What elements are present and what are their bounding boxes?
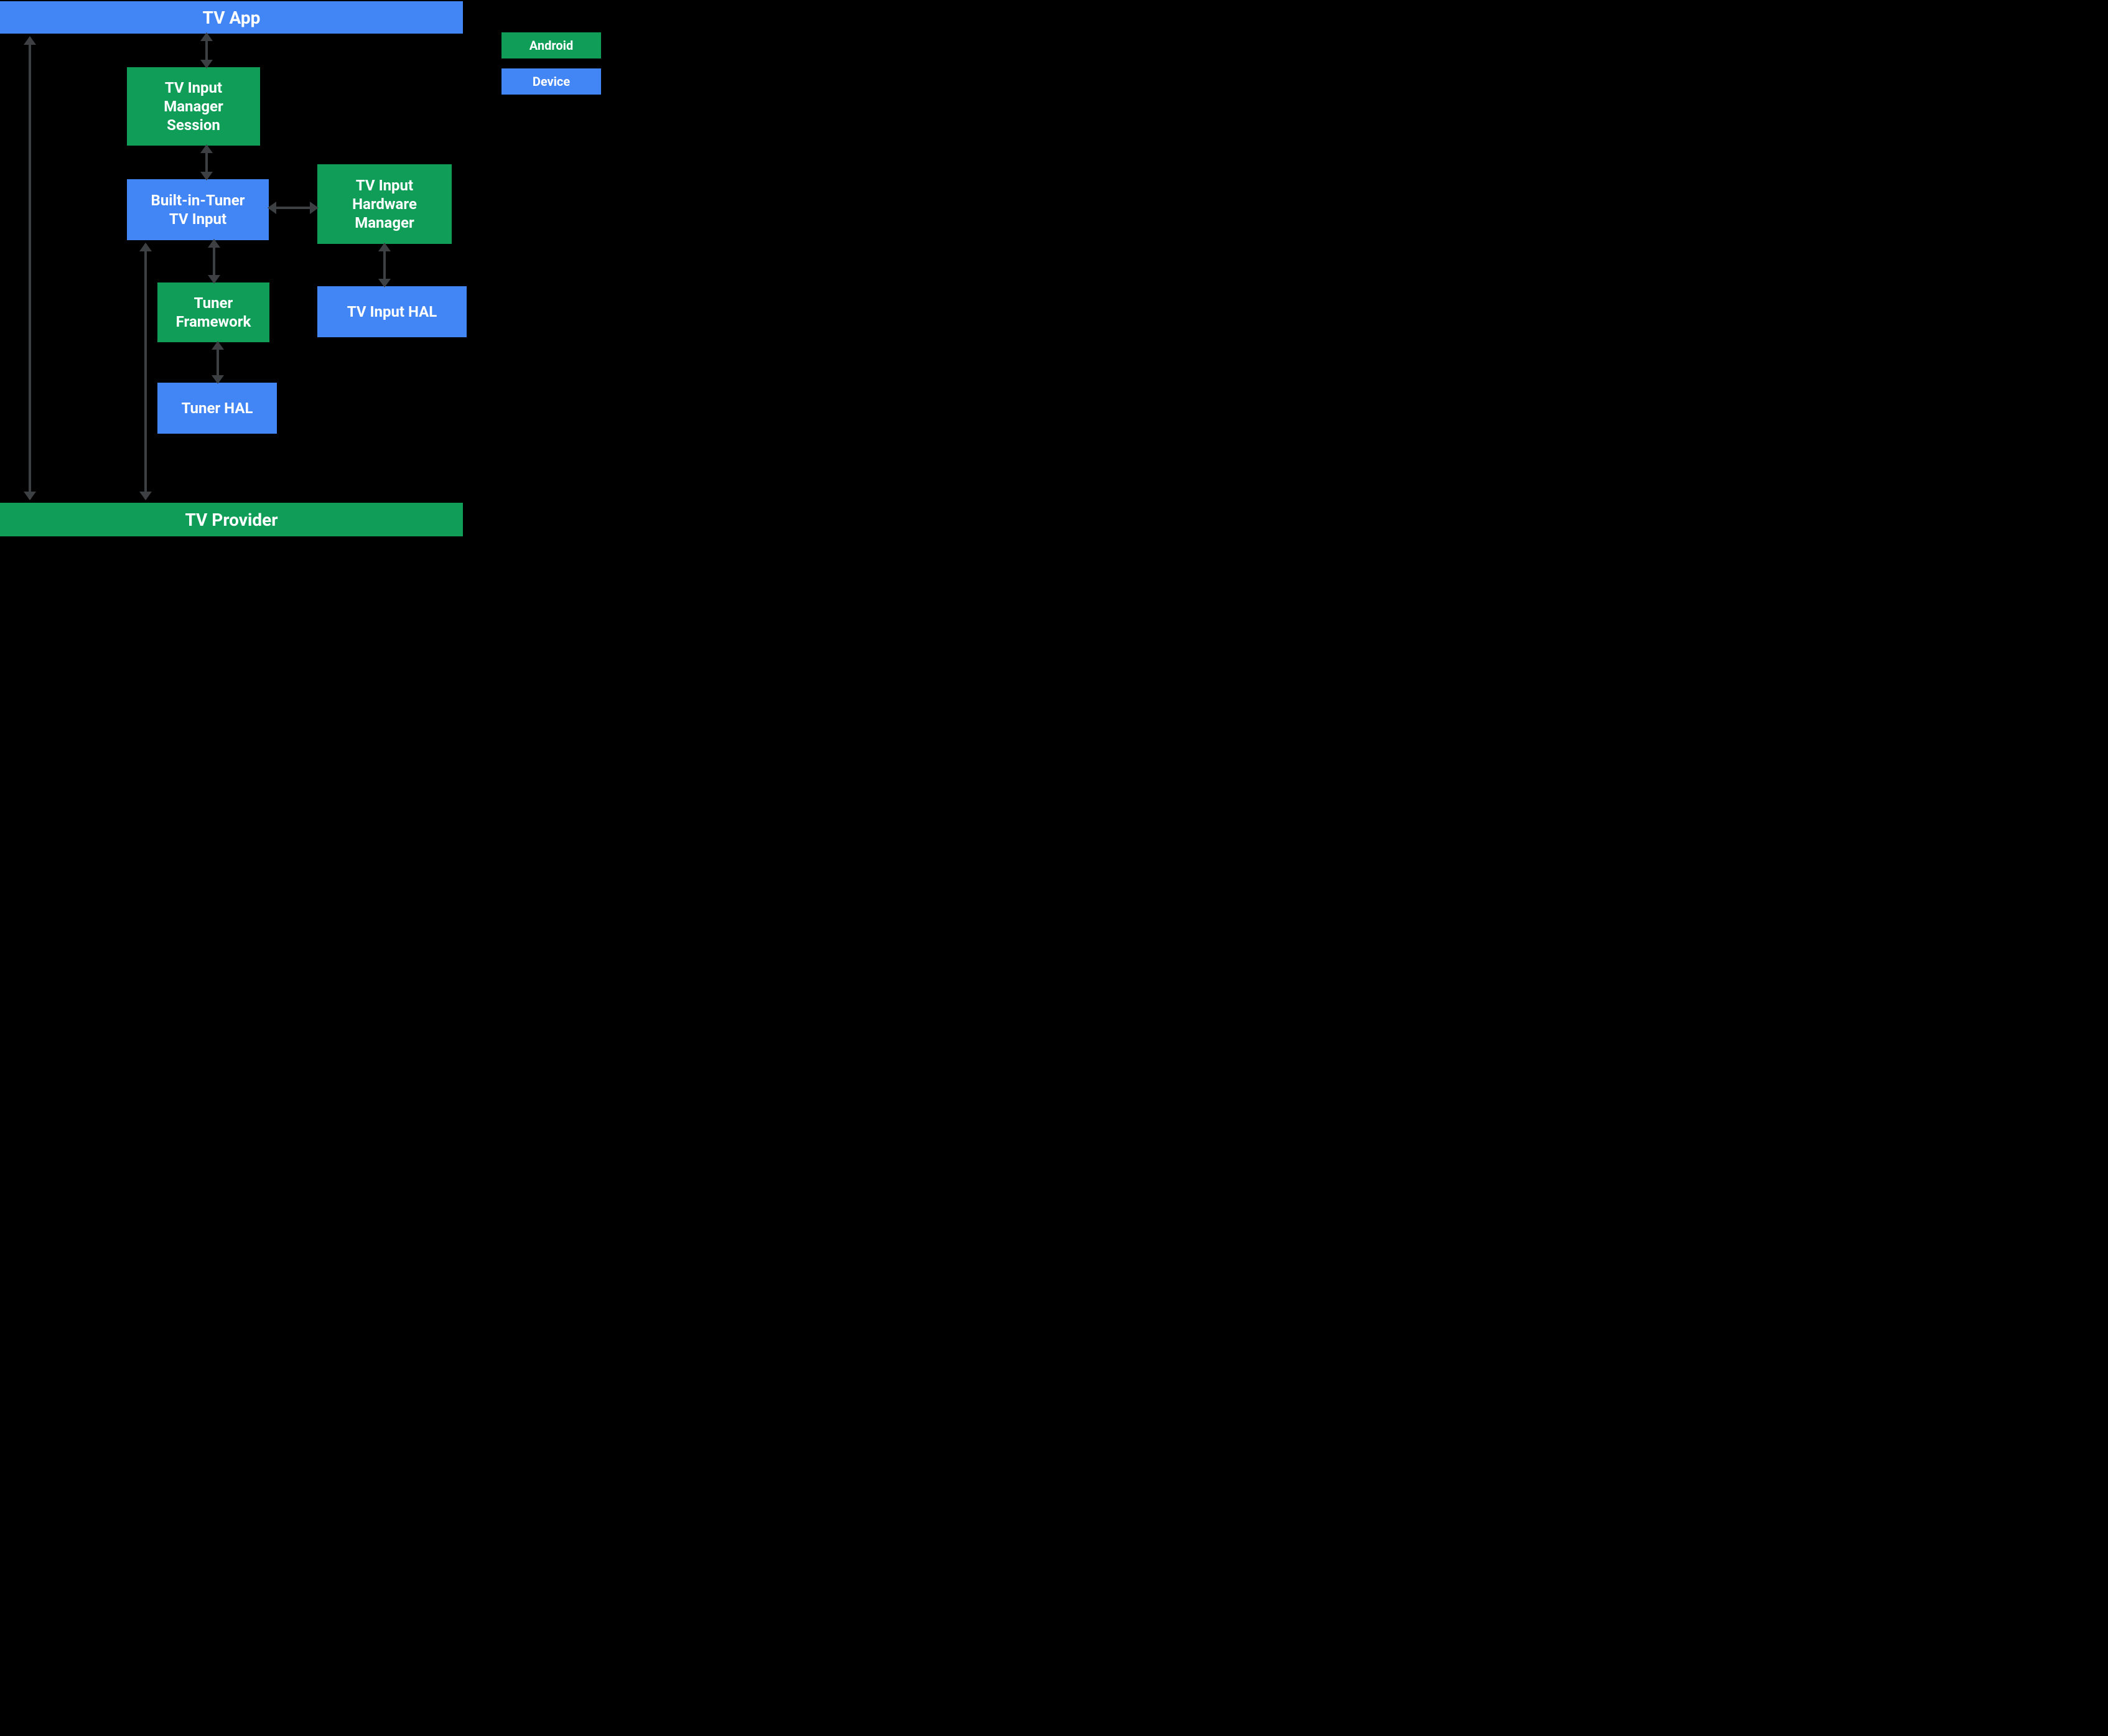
legend-device: Device (501, 68, 601, 95)
node-builtin-tuner-label: Built-in-Tuner TV Input (151, 191, 245, 228)
legend-device-label: Device (533, 74, 570, 90)
arrow-tunerfw-tunerhal (212, 342, 224, 383)
legend-android: Android (501, 32, 601, 58)
node-tuner-fw-label: Tuner Framework (176, 294, 251, 331)
arrow-tvapp-tvprovider (24, 37, 36, 499)
node-tims-label: TV Input Manager Session (164, 78, 223, 134)
arrow-hwmgr-tvinputhal (378, 244, 391, 286)
node-tv-input-manager-session: TV Input Manager Session (127, 67, 260, 146)
arrow-tvapp-tims (200, 34, 213, 67)
node-tv-provider: TV Provider (0, 503, 463, 536)
legend-android-label: Android (529, 38, 573, 54)
node-tuner-framework: Tuner Framework (157, 282, 269, 342)
node-builtin-tuner-tv-input: Built-in-Tuner TV Input (127, 179, 269, 240)
arrow-builtin-tunerfw (208, 240, 220, 282)
node-tuner-hal: Tuner HAL (157, 383, 277, 434)
node-hw-mgr-label: TV Input Hardware Manager (352, 176, 417, 232)
node-tv-input-hardware-manager: TV Input Hardware Manager (317, 164, 452, 244)
node-tv-app-label: TV App (203, 7, 261, 29)
node-tv-input-hal: TV Input HAL (317, 286, 467, 337)
arrow-builtin-hwmgr (269, 202, 317, 214)
node-tv-provider-label: TV Provider (185, 509, 277, 531)
diagram-canvas: TV App Android Device TV Input Manager S… (0, 0, 747, 617)
node-tv-app: TV App (0, 1, 463, 34)
node-tuner-hal-label: Tuner HAL (182, 399, 253, 418)
arrow-tims-builtin (200, 146, 213, 179)
node-tv-input-hal-label: TV Input HAL (347, 302, 437, 321)
arrow-builtin-tvprovider (139, 244, 152, 499)
